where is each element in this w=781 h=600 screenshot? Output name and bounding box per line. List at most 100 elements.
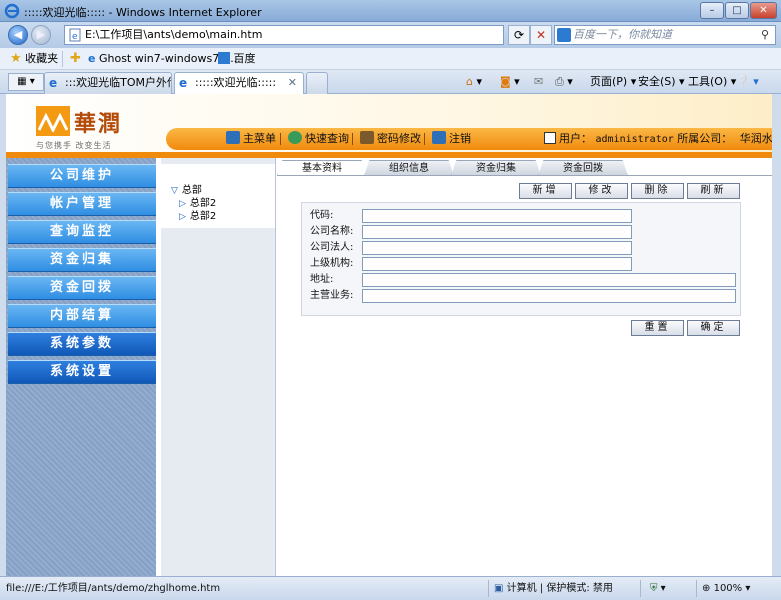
- nav-system-parameters[interactable]: 系统参数: [8, 332, 156, 356]
- browser-tab-active[interactable]: e :::::欢迎光临::::: ✕: [174, 72, 304, 94]
- legal-person-input[interactable]: [362, 241, 632, 255]
- company-name-input[interactable]: [362, 225, 632, 239]
- zone-text: 计算机 | 保护模式: 禁用: [506, 583, 613, 594]
- code-input[interactable]: [362, 209, 632, 223]
- main-menu-icon: [226, 131, 240, 144]
- favorite-link-baidu[interactable]: 百度: [218, 51, 256, 67]
- user-info: 用户： administrator 所属公司： 华润水泥厂: [544, 131, 772, 148]
- delete-button[interactable]: 删除: [631, 183, 684, 199]
- safety-menu[interactable]: 安全(S) ▾: [638, 74, 685, 90]
- tree-label: 总部: [181, 185, 202, 196]
- divider: [424, 133, 425, 145]
- ie-logo-icon: [4, 3, 20, 19]
- back-button[interactable]: ◀: [8, 25, 28, 45]
- add-button[interactable]: 新增: [519, 183, 572, 199]
- minimize-button[interactable]: –: [700, 2, 724, 19]
- confirm-button[interactable]: 确定: [687, 320, 740, 336]
- menu-label: 注销: [449, 132, 471, 145]
- new-tab-button[interactable]: [306, 72, 328, 94]
- window-title: :::::欢迎光临::::: - Windows Internet Explor…: [24, 6, 262, 19]
- edit-button[interactable]: 修改: [575, 183, 628, 199]
- baidu-icon: [218, 52, 230, 64]
- nav-internal-settlement[interactable]: 内部结算: [8, 304, 156, 328]
- url-input[interactable]: e E:\工作项目\ants\demo\main.htm: [64, 25, 504, 45]
- security-zone[interactable]: ▣ 计算机 | 保护模式: 禁用: [494, 582, 613, 596]
- web-page: 華潤 与您携手 改变生活 主菜单 快速查询 密码修改 注销 用户： admini…: [6, 94, 772, 576]
- mail-button[interactable]: ✉: [534, 74, 543, 90]
- favorite-label: 百度: [233, 52, 256, 65]
- main-business-label: 主营业务:: [310, 290, 354, 301]
- legal-person-label: 公司法人:: [310, 242, 354, 253]
- maximize-button[interactable]: □: [725, 2, 749, 19]
- change-password-button[interactable]: 密码修改: [360, 131, 421, 147]
- help-menu[interactable]: ❔ ▾: [736, 74, 759, 90]
- logout-button[interactable]: 注销: [432, 131, 471, 147]
- computer-icon: ▣: [494, 583, 504, 594]
- print-button[interactable]: ⎙ ▾: [555, 74, 573, 90]
- browser-tab[interactable]: e :::欢迎光临TOM户外传媒...: [44, 72, 172, 94]
- page-icon: e: [69, 28, 81, 42]
- close-window-button[interactable]: ✕: [750, 2, 777, 19]
- divider: [280, 133, 281, 145]
- refresh-list-button[interactable]: 刷新: [687, 183, 740, 199]
- url-text: E:\工作项目\ants\demo\main.htm: [85, 28, 263, 41]
- tree-label: 总部2: [189, 198, 217, 209]
- favorites-button[interactable]: ★ 收藏夹: [10, 51, 58, 67]
- add-favorite-button[interactable]: ✚: [70, 51, 81, 67]
- main-menu-button[interactable]: 主菜单: [226, 131, 276, 147]
- search-icon[interactable]: ⚲: [761, 26, 769, 44]
- protected-mode-button[interactable]: ⛨ ▾: [650, 582, 666, 596]
- forward-button[interactable]: ▶: [31, 25, 51, 45]
- status-url: file:///E:/工作项目/ants/demo/zhglhome.htm: [6, 583, 221, 594]
- quick-tabs-button[interactable]: ▦ ▾: [8, 73, 44, 91]
- divider: [640, 580, 641, 597]
- stop-button[interactable]: ✕: [530, 25, 552, 45]
- address-label: 地址:: [310, 274, 334, 285]
- favorites-bar: ★ 收藏夹 ✚ e Ghost win7-windows7系... 百度: [0, 48, 781, 70]
- tab-row: ▦ ▾ e :::欢迎光临TOM户外传媒... e :::::欢迎光临:::::…: [0, 70, 781, 94]
- tab-fund-collection[interactable]: 资金归集: [451, 160, 541, 176]
- tree-node[interactable]: ▷ 总部2: [179, 210, 216, 224]
- tree-node[interactable]: ▷ 总部2: [179, 197, 216, 211]
- address-input[interactable]: [362, 273, 736, 287]
- star-icon: ★: [10, 51, 22, 66]
- page-menu[interactable]: 页面(P) ▾: [590, 74, 636, 90]
- app-header: 華潤 与您携手 改变生活 主菜单 快速查询 密码修改 注销 用户： admini…: [6, 94, 772, 154]
- quick-query-button[interactable]: 快速查询: [288, 131, 349, 147]
- tab-basic-info[interactable]: 基本资料: [277, 160, 367, 176]
- nav-account-management[interactable]: 帐户管理: [8, 192, 156, 216]
- tab-organization-info[interactable]: 组织信息: [364, 160, 454, 176]
- slogan: 与您携手 改变生活: [36, 141, 112, 150]
- reset-button[interactable]: 重置: [631, 320, 684, 336]
- logout-icon: [432, 131, 446, 144]
- status-bar: file:///E:/工作项目/ants/demo/zhglhome.htm ▣…: [0, 576, 781, 600]
- ie-page-icon: e: [179, 76, 188, 90]
- zoom-button[interactable]: ⊕ 100% ▾: [702, 582, 750, 596]
- nav-fund-allocation[interactable]: 资金回拨: [8, 276, 156, 300]
- tools-menu[interactable]: 工具(O) ▾: [688, 74, 736, 90]
- divider: [696, 580, 697, 597]
- tree-node-root[interactable]: ▽ 总部: [171, 184, 202, 198]
- zoom-level: 100%: [713, 583, 743, 594]
- code-label: 代码:: [310, 210, 334, 221]
- favorites-label: 收藏夹: [25, 52, 59, 65]
- nav-company-maintenance[interactable]: 公司维护: [8, 164, 156, 188]
- nav-fund-collection[interactable]: 资金归集: [8, 248, 156, 272]
- divider: [62, 51, 63, 67]
- nav-system-settings[interactable]: 系统设置: [8, 360, 156, 384]
- menu-label: 快速查询: [305, 132, 349, 145]
- close-tab-icon[interactable]: ✕: [288, 73, 297, 93]
- refresh-button[interactable]: ⟳: [508, 25, 530, 45]
- parent-org-input[interactable]: [362, 257, 632, 271]
- home-button[interactable]: ⌂ ▾: [466, 74, 482, 90]
- main-business-input[interactable]: [362, 289, 736, 303]
- search-input[interactable]: 百度一下，你就知道 ⚲: [554, 25, 776, 45]
- shield-icon: ⛨: [650, 583, 658, 594]
- print-icon: ⎙: [555, 75, 564, 88]
- feeds-button[interactable]: ◙ ▾: [500, 74, 520, 90]
- tab-fund-allocation[interactable]: 资金回拨: [538, 160, 628, 176]
- mail-icon: ✉: [534, 75, 544, 88]
- collapsed-icon: ▷: [179, 212, 186, 222]
- nav-query-monitor[interactable]: 查询监控: [8, 220, 156, 244]
- home-icon: ⌂: [466, 75, 473, 88]
